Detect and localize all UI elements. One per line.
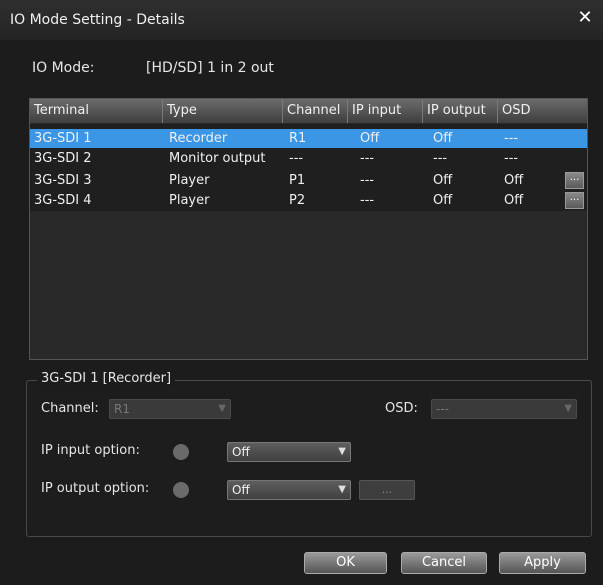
cell-type: Player <box>169 193 210 208</box>
cell-terminal: 3G-SDI 4 <box>34 193 92 208</box>
ip-input-select-value: Off <box>232 445 250 459</box>
close-icon[interactable]: ✕ <box>573 6 597 30</box>
cell-channel: P2 <box>289 193 306 208</box>
cell-osd: Off <box>504 193 524 208</box>
group-title: 3G-SDI 1 [Recorder] <box>37 371 176 386</box>
chevron-down-icon: ▼ <box>338 446 346 457</box>
column-header-type[interactable]: Type <box>163 99 283 123</box>
cell-channel: R1 <box>289 131 307 146</box>
ip-output-option-select[interactable]: Off ▼ <box>227 480 351 500</box>
cell-osd: Off <box>504 173 524 188</box>
channel-select-value: R1 <box>114 402 130 416</box>
column-header-osd[interactable]: OSD <box>498 99 587 123</box>
cell-terminal: 3G-SDI 1 <box>34 131 92 146</box>
terminal-details-group: 3G-SDI 1 [Recorder] Channel: R1 ▼ OSD: -… <box>26 371 592 537</box>
chevron-down-icon: ▼ <box>338 484 346 495</box>
cell-ip-input: --- <box>360 193 375 208</box>
cell-type: Player <box>169 173 210 188</box>
io-mode-value: [HD/SD] 1 in 2 out <box>146 60 274 76</box>
cell-ip-output: Off <box>433 173 453 188</box>
ip-input-option-select[interactable]: Off ▼ <box>227 442 351 462</box>
apply-button[interactable]: Apply <box>499 552 586 574</box>
table-row[interactable]: 3G-SDI 1 Recorder R1 Off Off --- <box>30 129 587 148</box>
column-header-ip-output[interactable]: IP output <box>423 99 498 123</box>
column-header-terminal[interactable]: Terminal <box>30 99 163 123</box>
terminal-table[interactable]: Terminal Type Channel IP input IP output… <box>29 98 588 360</box>
ip-input-option-label: IP input option: <box>41 443 140 458</box>
cell-terminal: 3G-SDI 3 <box>34 173 92 188</box>
chevron-down-icon: ▼ <box>564 403 572 414</box>
osd-label: OSD: <box>385 401 418 416</box>
channel-select[interactable]: R1 ▼ <box>109 399 231 419</box>
cancel-button[interactable]: Cancel <box>401 552 487 574</box>
channel-label: Channel: <box>41 401 99 416</box>
ip-output-select-value: Off <box>232 483 250 497</box>
cell-ip-input: --- <box>360 173 375 188</box>
cell-ip-input: Off <box>360 131 380 146</box>
chevron-down-icon: ▼ <box>218 403 226 414</box>
table-empty-area <box>30 211 587 359</box>
io-mode-label: IO Mode: <box>32 60 95 76</box>
ip-output-status-indicator <box>173 482 189 498</box>
ip-output-option-label: IP output option: <box>41 481 150 496</box>
cell-ip-input: --- <box>360 151 375 166</box>
cell-ip-output: Off <box>433 193 453 208</box>
cell-osd: --- <box>504 131 519 146</box>
cell-ip-output: --- <box>433 151 448 166</box>
table-row[interactable]: 3G-SDI 4 Player P2 --- Off Off ... <box>30 191 587 210</box>
cell-channel: --- <box>289 151 304 166</box>
cell-type: Recorder <box>169 131 228 146</box>
cell-terminal: 3G-SDI 2 <box>34 151 92 166</box>
cell-channel: P1 <box>289 173 306 188</box>
cell-osd: --- <box>504 151 519 166</box>
osd-settings-button[interactable]: ... <box>565 192 584 209</box>
window-title: IO Mode Setting - Details <box>10 12 185 28</box>
table-row[interactable]: 3G-SDI 2 Monitor output --- --- --- --- <box>30 149 587 168</box>
cell-ip-output: Off <box>433 131 453 146</box>
ok-button[interactable]: OK <box>304 552 387 574</box>
table-row[interactable]: 3G-SDI 3 Player P1 --- Off Off ... <box>30 171 587 190</box>
column-header-channel[interactable]: Channel <box>283 99 348 123</box>
column-header-ip-input[interactable]: IP input <box>348 99 423 123</box>
table-header: Terminal Type Channel IP input IP output… <box>30 99 587 124</box>
cell-type: Monitor output <box>169 151 266 166</box>
title-bar: IO Mode Setting - Details ✕ <box>0 0 603 40</box>
ip-input-status-indicator <box>173 444 189 460</box>
osd-select[interactable]: --- ▼ <box>431 399 577 419</box>
ip-output-options-button[interactable]: ... <box>359 480 415 500</box>
osd-select-value: --- <box>436 402 449 416</box>
osd-settings-button[interactable]: ... <box>565 172 584 189</box>
